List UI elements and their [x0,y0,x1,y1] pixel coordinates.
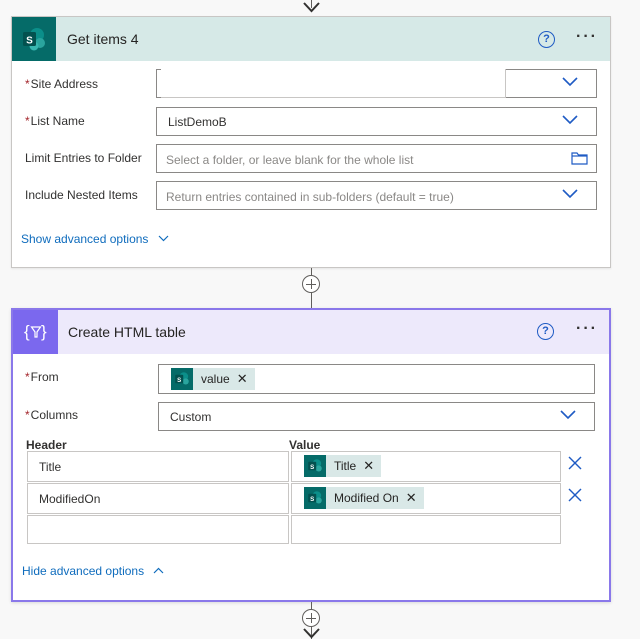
list-name-dropdown[interactable]: ListDemoB [156,107,597,136]
limit-folder-input[interactable]: Select a folder, or leave blank for the … [156,144,597,173]
chevron-down-icon[interactable] [562,189,578,199]
data-operation-icon: { } [13,310,58,354]
token-label: Title [334,459,357,473]
sharepoint-icon: S [12,17,56,61]
header-cell[interactable]: Title [27,451,289,482]
create-html-table-card: { } Create HTML table ? ··· *From S valu… [11,308,611,602]
dynamic-content-token[interactable]: S Modified On ✕ [304,487,424,509]
close-icon[interactable]: ✕ [363,458,374,474]
svg-text:S: S [177,377,181,384]
more-icon[interactable]: ··· [576,28,598,46]
dynamic-content-token[interactable]: S Title ✕ [304,455,382,477]
hide-advanced-options-link[interactable]: Hide advanced options [22,564,164,578]
close-icon[interactable]: ✕ [406,490,417,506]
svg-text:S: S [310,464,314,471]
svg-text:S: S [26,36,33,47]
header-column-title: Header [26,438,67,452]
sharepoint-icon: S [171,368,193,390]
card-header[interactable]: S Get items 4 ? ··· [12,17,610,61]
card-title: Get items 4 [67,31,139,47]
arrow-down-icon [303,627,320,639]
plus-icon[interactable] [302,275,320,293]
header-cell-empty[interactable] [27,515,289,544]
delete-icon[interactable] [568,488,582,502]
value-cell[interactable]: S Title ✕ [291,451,561,482]
limit-folder-label: Limit Entries to Folder [25,151,142,165]
header-cell[interactable]: ModifiedOn [27,483,289,514]
token-label: value [201,372,230,386]
get-items-card: S Get items 4 ? ··· *Site Address *List … [11,16,611,268]
columns-value: Custom [170,410,212,424]
svg-text:}: } [41,322,47,341]
value-cell[interactable]: S Modified On ✕ [291,483,561,514]
folder-icon[interactable] [571,151,588,165]
dynamic-content-token[interactable]: S value ✕ [171,368,255,390]
sharepoint-icon: S [304,487,326,509]
chevron-down-icon[interactable] [560,410,576,420]
chevron-down-icon[interactable] [562,77,578,87]
card-title: Create HTML table [68,324,186,340]
list-name-value: ListDemoB [168,115,227,129]
columns-dropdown[interactable]: Custom [158,402,595,431]
card-header[interactable]: { } Create HTML table ? ··· [13,310,609,354]
chevron-up-icon [154,567,164,574]
list-name-label: *List Name [25,114,85,128]
help-icon[interactable]: ? [538,31,555,48]
more-icon[interactable]: ··· [576,320,598,338]
plus-icon[interactable] [302,609,320,627]
svg-text:{: { [24,322,30,341]
nested-items-label: Include Nested Items [25,188,138,202]
svg-text:S: S [310,496,314,503]
from-input[interactable]: S value ✕ [158,364,595,394]
chevron-down-icon[interactable] [562,115,578,125]
sharepoint-icon: S [304,455,326,477]
limit-folder-placeholder: Select a folder, or leave blank for the … [166,153,414,167]
columns-label: *Columns [25,408,79,422]
nested-items-placeholder: Return entries contained in sub-folders … [166,190,454,204]
show-advanced-options-link[interactable]: Show advanced options [21,232,169,246]
nested-items-dropdown[interactable]: Return entries contained in sub-folders … [156,181,597,210]
close-icon[interactable]: ✕ [237,371,248,387]
from-label: *From [25,370,59,384]
site-address-dropdown[interactable] [156,69,597,98]
value-cell-empty[interactable] [291,515,561,544]
value-column-title: Value [289,438,321,452]
arrow-down-icon [303,0,320,14]
token-label: Modified On [334,491,399,505]
delete-icon[interactable] [568,456,582,470]
help-icon[interactable]: ? [537,323,554,340]
site-address-input[interactable] [161,69,506,98]
site-address-label: *Site Address [25,77,99,91]
chevron-down-icon [158,235,169,242]
